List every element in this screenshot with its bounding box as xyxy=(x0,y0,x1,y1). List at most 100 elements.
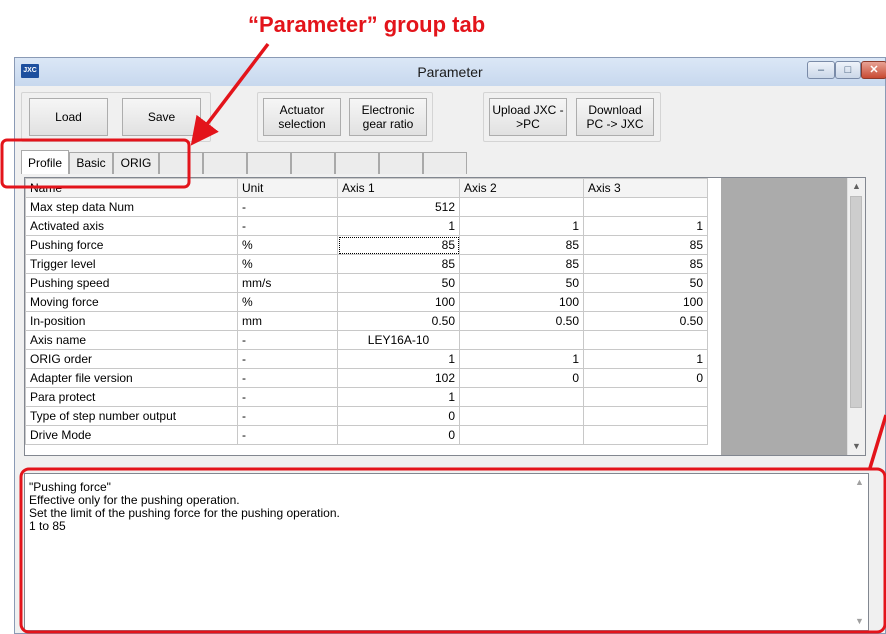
close-button[interactable]: ✕ xyxy=(861,61,886,79)
annotation-tab-callout: “Parameter” group tab xyxy=(248,12,486,37)
table-row[interactable]: Pushing speed mm/s 50 50 50 xyxy=(25,273,708,293)
scroll-up-icon[interactable]: ▲ xyxy=(848,178,865,195)
axis-value-cell[interactable] xyxy=(583,330,708,350)
tab-empty[interactable] xyxy=(159,152,203,174)
table-row[interactable]: Para protect -1 xyxy=(25,387,708,407)
unit-cell: - xyxy=(237,406,338,426)
axis-value-cell[interactable] xyxy=(459,425,584,445)
axis-value-cell[interactable]: 100 xyxy=(337,292,460,312)
save-button[interactable]: Save xyxy=(122,98,201,136)
axis-value-cell[interactable]: 512 xyxy=(337,197,460,217)
parameter-name-cell: Drive Mode xyxy=(25,425,238,445)
scroll-down-icon[interactable]: ▼ xyxy=(851,613,868,630)
axis-value-cell[interactable]: 85 xyxy=(459,235,584,255)
axis-value-cell[interactable]: 1 xyxy=(459,349,584,369)
axis-value-cell[interactable] xyxy=(459,330,584,350)
column-header-axis-1[interactable]: Axis 1 xyxy=(337,178,460,198)
actuator-selection-button[interactable]: Actuator selection xyxy=(263,98,341,136)
parameter-name-cell: Axis name xyxy=(25,330,238,350)
tab-basic[interactable]: Basic xyxy=(69,152,113,174)
axis-value-cell[interactable]: 1 xyxy=(337,216,460,236)
axis-value-cell[interactable]: LEY16A-10 xyxy=(337,330,460,350)
grid-vertical-scrollbar[interactable]: ▲ ▼ xyxy=(847,178,865,455)
maximize-button[interactable]: □ xyxy=(835,61,861,79)
column-header-axis-3[interactable]: Axis 3 xyxy=(583,178,708,198)
scroll-down-icon[interactable]: ▼ xyxy=(848,438,865,455)
axis-value-cell[interactable]: 0 xyxy=(337,425,460,445)
table-row[interactable]: In-position mm 0.50 0.50 0.50 xyxy=(25,311,708,331)
axis-value-cell[interactable]: 85 xyxy=(583,254,708,274)
parameter-name-cell: Pushing force xyxy=(25,235,238,255)
table-row[interactable]: Axis name - LEY16A-10 xyxy=(25,330,708,350)
unit-cell: - xyxy=(237,368,338,388)
column-header-axis-2[interactable]: Axis 2 xyxy=(459,178,584,198)
axis-value-cell[interactable]: 100 xyxy=(459,292,584,312)
axis-value-cell[interactable] xyxy=(583,425,708,445)
axis-value-cell[interactable] xyxy=(459,406,584,426)
load-button[interactable]: Load xyxy=(29,98,108,136)
table-row[interactable]: Activated axis -1 1 1 xyxy=(25,216,708,236)
table-row[interactable]: Adapter file version -102 0 0 xyxy=(25,368,708,388)
table-row[interactable]: Moving force% 100 100 100 xyxy=(25,292,708,312)
axis-value-cell[interactable]: 100 xyxy=(583,292,708,312)
window-title: Parameter xyxy=(417,64,483,80)
tab-empty[interactable] xyxy=(335,152,379,174)
table-row[interactable]: Max step data Num -512 xyxy=(25,197,708,217)
axis-value-cell[interactable]: 1 xyxy=(337,349,460,369)
axis-value-cell[interactable] xyxy=(459,387,584,407)
axis-value-cell[interactable]: 0.50 xyxy=(583,311,708,331)
axis-value-cell[interactable]: 1 xyxy=(459,216,584,236)
axis-value-cell[interactable]: 0.50 xyxy=(337,311,460,331)
unit-cell: - xyxy=(237,197,338,217)
download-button[interactable]: Download PC -> JXC xyxy=(576,98,654,136)
axis-value-cell[interactable]: 0 xyxy=(337,406,460,426)
axis-value-cell[interactable] xyxy=(583,197,708,217)
axis-value-cell[interactable]: 0.50 xyxy=(459,311,584,331)
scroll-up-icon[interactable]: ▲ xyxy=(851,474,868,491)
tab-profile[interactable]: Profile xyxy=(21,150,69,174)
tab-empty[interactable] xyxy=(203,152,247,174)
table-row[interactable]: Trigger level% 85 85 85 xyxy=(25,254,708,274)
axis-value-cell[interactable]: 50 xyxy=(583,273,708,293)
tab-orig[interactable]: ORIG xyxy=(113,152,159,174)
table-row[interactable]: Type of step number output -0 xyxy=(25,406,708,426)
axis-value-cell[interactable]: 85 xyxy=(337,235,460,255)
parameter-name-cell: Type of step number output xyxy=(25,406,238,426)
parameter-name-cell: Moving force xyxy=(25,292,238,312)
axis-value-cell[interactable]: 85 xyxy=(337,254,460,274)
upload-button[interactable]: Upload JXC ->PC xyxy=(489,98,567,136)
title-bar[interactable]: JXC Parameter – □ ✕ xyxy=(15,58,886,86)
parameter-name-cell: In-position xyxy=(25,311,238,331)
tab-empty[interactable] xyxy=(379,152,423,174)
scroll-thumb[interactable] xyxy=(850,196,862,408)
axis-value-cell[interactable]: 1 xyxy=(583,216,708,236)
axis-value-cell[interactable]: 85 xyxy=(459,254,584,274)
unit-cell: % xyxy=(237,292,338,312)
axis-value-cell[interactable]: 0 xyxy=(459,368,584,388)
electronic-gear-ratio-button[interactable]: Electronic gear ratio xyxy=(349,98,427,136)
axis-value-cell[interactable]: 50 xyxy=(459,273,584,293)
unit-cell: - xyxy=(237,349,338,369)
tab-empty[interactable] xyxy=(247,152,291,174)
column-header-unit[interactable]: Unit xyxy=(237,178,338,198)
axis-value-cell[interactable]: 1 xyxy=(583,349,708,369)
axis-value-cell[interactable]: 0 xyxy=(583,368,708,388)
axis-value-cell[interactable]: 1 xyxy=(337,387,460,407)
table-row[interactable]: ORIG order -1 1 1 xyxy=(25,349,708,369)
axis-value-cell[interactable]: 50 xyxy=(337,273,460,293)
column-header-name[interactable]: Name xyxy=(25,178,238,198)
tab-empty[interactable] xyxy=(291,152,335,174)
description-scrollbar[interactable]: ▲ ▼ xyxy=(851,474,868,630)
parameter-name-cell: Pushing speed xyxy=(25,273,238,293)
maximize-icon: □ xyxy=(844,64,852,76)
tab-empty[interactable] xyxy=(423,152,467,174)
axis-value-cell[interactable] xyxy=(459,197,584,217)
grid-empty-area xyxy=(721,178,865,455)
axis-value-cell[interactable] xyxy=(583,387,708,407)
minimize-button[interactable]: – xyxy=(807,61,835,79)
axis-value-cell[interactable] xyxy=(583,406,708,426)
axis-value-cell[interactable]: 102 xyxy=(337,368,460,388)
table-row[interactable]: Drive Mode -0 xyxy=(25,425,708,445)
axis-value-cell[interactable]: 85 xyxy=(583,235,708,255)
table-row[interactable]: Pushing force% 85 85 85 xyxy=(25,235,708,255)
